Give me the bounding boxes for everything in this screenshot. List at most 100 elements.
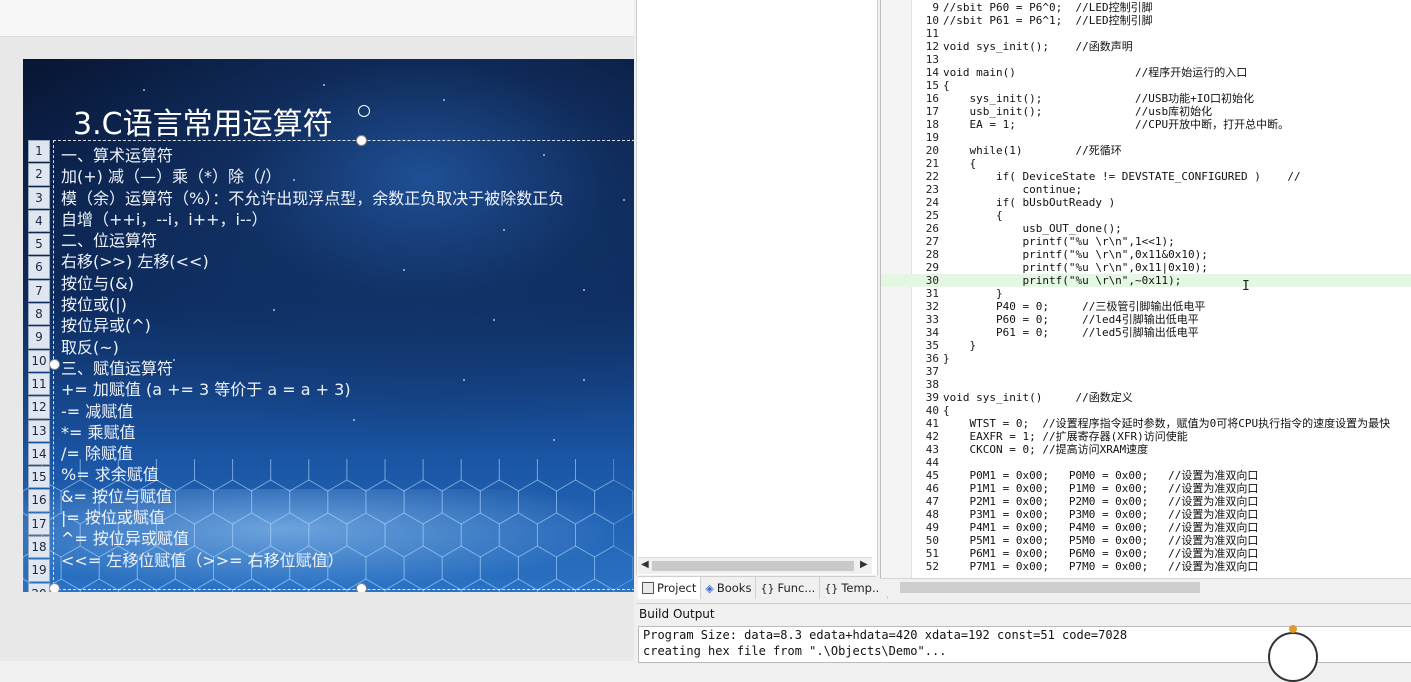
slide-text-line[interactable]: %= 求余赋值 [61,464,634,485]
code-line[interactable]: 32 P40 = 0; //三极管引脚输出低电平 [881,300,1411,313]
code-line-text[interactable]: P60 = 0; //led4引脚输出低电平 [943,313,1199,326]
code-line-text[interactable]: //sbit P61 = P6^1; //LED控制引脚 [943,14,1153,27]
code-line[interactable]: 13 [881,53,1411,66]
code-line[interactable]: 36} [881,352,1411,365]
code-line-text[interactable]: P0M1 = 0x00; P0M0 = 0x00; //设置为准双向口 [943,469,1258,482]
slide-text-line[interactable]: 二、位运算符 [61,230,634,251]
slide-text-line[interactable]: -= 减赋值 [61,401,634,422]
code-line-text[interactable]: { [943,157,976,170]
project-panel-scrollbar[interactable]: ◀ ▶ [638,557,872,574]
editor-horizontal-scrollbar[interactable] [880,578,1411,596]
code-line[interactable]: 37 [881,365,1411,378]
code-line[interactable]: 16 sys_init(); //USB功能+IO口初始化 [881,92,1411,105]
code-line[interactable]: 10 //sbit P61 = P6^1; //LED控制引脚 [881,14,1411,27]
slide-text-line[interactable]: 右移(>>) 左移(<<) [61,251,634,272]
code-line[interactable]: 47 P2M1 = 0x00; P2M0 = 0x00; //设置为准双向口 [881,495,1411,508]
slide-text-line[interactable]: 加(+) 减（—）乘（*）除（/） [61,166,634,187]
code-line[interactable]: 24 if( bUsbOutReady ) [881,196,1411,209]
slide-text-line[interactable]: *= 乘赋值 [61,422,634,443]
slide-text-line[interactable]: 模（余）运算符（%）：不允许出现浮点型，余数正负取决于被除数正负 [61,188,634,209]
scrollbar-thumb[interactable] [652,561,854,571]
code-line-text[interactable]: P3M1 = 0x00; P3M0 = 0x00; //设置为准双向口 [943,508,1258,521]
code-line-text[interactable]: { [943,79,950,92]
code-line-text[interactable]: //sbit P60 = P6^0; //LED控制引脚 [943,1,1153,14]
code-line[interactable]: 34 P61 = 0; //led5引脚输出低电平 [881,326,1411,339]
code-line-text[interactable]: usb_init(); //usb库初始化 [943,105,1212,118]
code-line-text[interactable]: { [943,209,1003,222]
code-line[interactable]: 17 usb_init(); //usb库初始化 [881,105,1411,118]
code-line[interactable]: 45 P0M1 = 0x00; P0M0 = 0x00; //设置为准双向口 [881,469,1411,482]
slide-text-line[interactable]: |= 按位或赋值 [61,507,634,528]
slide-canvas[interactable]: 3.C语言常用运算符 1 2 3 4 5 6 7 8 9 10 11 12 13 14 15 16 17 18 19… [23,59,634,592]
code-line-text[interactable]: void sys_init(); //函数声明 [943,40,1133,53]
slide-body-text[interactable]: 一、算术运算符 加(+) 减（—）乘（*）除（/） 模（余）运算符（%）：不允许出现… [61,145,634,571]
slide-text-line[interactable]: <<= 左移位赋值（>>= 右移位赋值） [61,550,634,571]
scroll-left-icon[interactable]: ◀ [641,559,649,570]
scroll-right-icon[interactable]: ▶ [860,559,868,570]
slide-text-line[interactable]: 按位与(&) [61,273,634,294]
project-panel[interactable] [636,0,878,575]
code-line[interactable]: 29 printf("%u \r\n",0x11|0x10); [881,261,1411,274]
code-line-text[interactable]: usb_OUT_done(); [943,222,1121,235]
code-line[interactable]: 44 [881,456,1411,469]
code-line-text[interactable]: P61 = 0; //led5引脚输出低电平 [943,326,1199,339]
code-line-text[interactable]: printf("%u \r\n",1<<1); [943,235,1174,248]
code-line-text[interactable]: } [943,339,976,352]
code-line[interactable]: 25 { [881,209,1411,222]
slide-text-line[interactable]: /= 除赋值 [61,443,634,464]
code-line[interactable]: 22 if( DeviceState != DEVSTATE_CONFIGURE… [881,170,1411,183]
code-line[interactable]: 30 printf("%u \r\n",~0x11); [881,274,1411,287]
code-line[interactable]: 19 [881,131,1411,144]
code-line[interactable]: 35 } [881,339,1411,352]
code-line[interactable]: 12 void sys_init(); //函数声明 [881,40,1411,53]
code-line[interactable]: 20 while(1) //死循环 [881,144,1411,157]
code-line-text[interactable]: sys_init(); //USB功能+IO口初始化 [943,92,1254,105]
code-line-text[interactable]: void main() //程序开始运行的入口 [943,66,1247,79]
code-line-text[interactable]: } [943,287,1003,300]
slide-title[interactable]: 3.C语言常用运算符 [73,99,333,143]
slide-text-line[interactable]: &= 按位与赋值 [61,486,634,507]
code-line-text[interactable]: continue; [943,183,1082,196]
code-line[interactable]: 21 { [881,157,1411,170]
code-line-text[interactable]: { [943,404,950,417]
code-editor[interactable]: 9 //sbit P60 = P6^0; //LED控制引脚 10 //sbit P6… [880,0,1411,578]
code-line-text[interactable]: EA = 1; //CPU开放中断，打开总中断。 [943,118,1289,131]
code-line-text[interactable]: if( bUsbOutReady ) [943,196,1115,209]
slide-text-line[interactable]: 按位或(|) [61,294,634,315]
code-line[interactable]: 23 continue; [881,183,1411,196]
resize-handle-bottom-left[interactable] [49,583,60,592]
code-line[interactable]: 26 usb_OUT_done(); [881,222,1411,235]
resize-handle-bottom[interactable] [356,583,367,592]
code-line[interactable]: 33 P60 = 0; //led4引脚输出低电平 [881,313,1411,326]
slide-text-line[interactable]: 三、赋值运算符 [61,358,634,379]
slide-text-line[interactable]: ^= 按位异或赋值 [61,528,634,549]
code-line[interactable]: 9 //sbit P60 = P6^0; //LED控制引脚 [881,1,1411,14]
scrollbar-thumb[interactable] [900,582,1200,593]
code-line[interactable]: 50 P5M1 = 0x00; P5M0 = 0x00; //设置为准双向口 [881,534,1411,547]
slide-text-line[interactable]: 取反(~) [61,337,634,358]
code-line-text[interactable]: printf("%u \r\n",0x11|0x10); [943,261,1207,274]
code-line-text[interactable]: if( DeviceState != DEVSTATE_CONFIGURED )… [943,170,1301,183]
slide-text-line[interactable]: 自增（++i，--i，i++，i--） [61,209,634,230]
code-line[interactable]: 39 void sys_init() //函数定义 [881,391,1411,404]
code-line-text[interactable]: printf("%u \r\n",0x11&0x10); [943,248,1207,261]
rotate-handle-icon[interactable] [358,105,370,117]
slide-text-line[interactable]: += 加赋值 (a += 3 等价于 a = a + 3) [61,379,634,400]
code-line-text[interactable]: P2M1 = 0x00; P2M0 = 0x00; //设置为准双向口 [943,495,1258,508]
code-line-text[interactable]: void sys_init() //函数定义 [943,391,1133,404]
code-lines[interactable]: 9 //sbit P60 = P6^0; //LED控制引脚 10 //sbit P6… [881,1,1411,573]
code-line[interactable]: 43 CKCON = 0; //提高访问XRAM速度 [881,443,1411,456]
code-line[interactable]: 41 WTST = 0; //设置程序指令延时参数，赋值为0可将CPU执行指令的… [881,417,1411,430]
code-line[interactable]: 52 P7M1 = 0x00; P7M0 = 0x00; //设置为准双向口 [881,560,1411,573]
code-line[interactable]: 46 P1M1 = 0x00; P1M0 = 0x00; //设置为准双向口 [881,482,1411,495]
slide-text-line[interactable]: 按位异或(^) [61,315,634,336]
code-line[interactable]: 40 { [881,404,1411,417]
resize-handle-left[interactable] [49,359,60,370]
code-line-text[interactable]: printf("%u \r\n",~0x11); [943,274,1181,287]
tab-books[interactable]: ◈ Books [701,577,757,599]
code-line[interactable]: 51 P6M1 = 0x00; P6M0 = 0x00; //设置为准双向口 [881,547,1411,560]
code-line[interactable]: 28 printf("%u \r\n",0x11&0x10); [881,248,1411,261]
slide-text-line[interactable]: 一、算术运算符 [61,145,634,166]
code-line[interactable]: 15 { [881,79,1411,92]
code-line-text[interactable]: P5M1 = 0x00; P5M0 = 0x00; //设置为准双向口 [943,534,1258,547]
